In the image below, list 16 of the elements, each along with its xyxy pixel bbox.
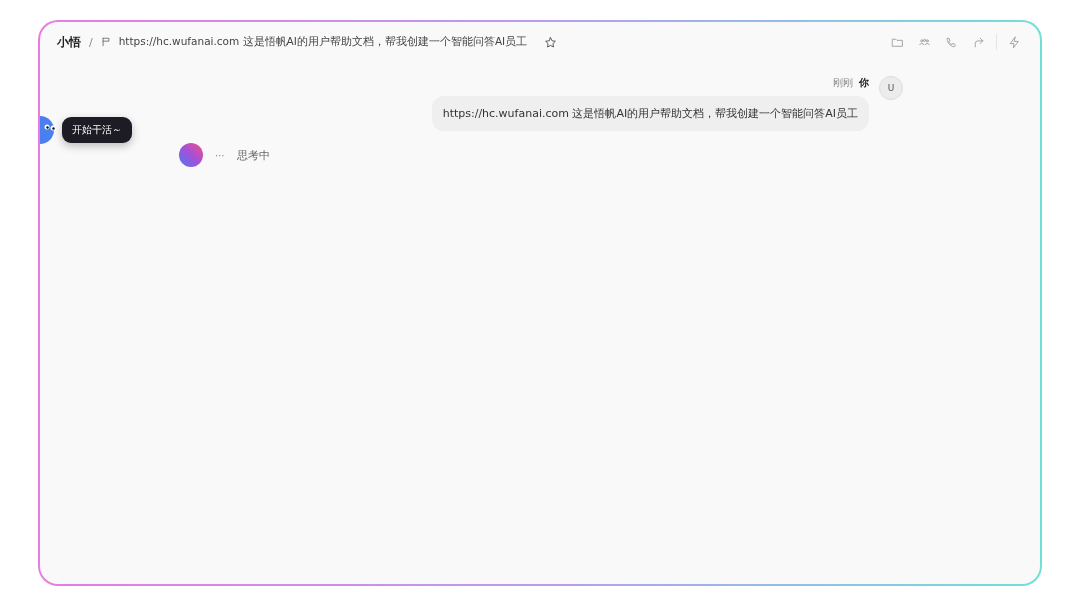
typing-dots: ··· [215,149,225,161]
user-message: https://hc.wufanai.com 这是悟帆AI的用户帮助文档，帮我创建一个智能问答AI员工 [431,96,869,131]
lightning-icon [1008,35,1021,49]
share-icon [972,35,985,49]
message-time: 刚刚 [833,76,853,90]
user-avatar: U [879,76,903,100]
star-icon [544,35,558,49]
phone-icon [945,35,958,49]
app-name: 小悟 [57,33,81,51]
conversation-title: https://hc.wufanai.com 这是悟帆AI的用户帮助文档，帮我创建一个智能问答AI员工 [118,35,528,49]
thinking-status: 思考中 [236,147,270,163]
assistant-avatar [179,143,203,167]
breadcrumb-separator: / [89,35,93,49]
message-author: 你 [859,76,869,90]
page-icon [100,37,111,47]
mascot-tooltip: 开始干活～ [62,117,132,143]
